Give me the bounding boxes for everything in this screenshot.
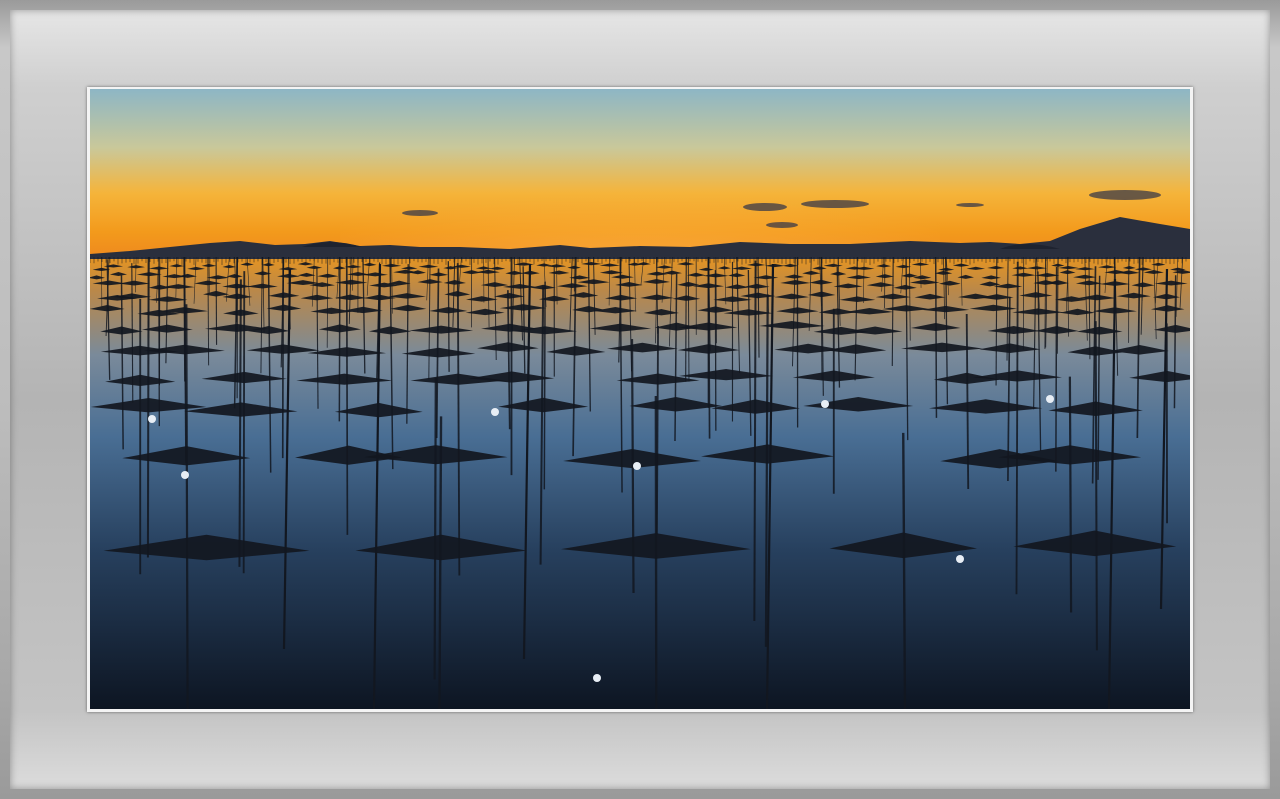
bamboo-pole [146, 256, 150, 558]
cloud [956, 203, 984, 207]
bamboo-pole [433, 377, 437, 680]
buoy [956, 555, 964, 563]
buoy [491, 408, 499, 416]
bamboo-pole [707, 256, 711, 439]
bamboo-pole [185, 304, 189, 709]
bamboo-pole [685, 256, 687, 382]
bamboo-pole [995, 256, 998, 386]
bamboo-pole [242, 271, 246, 574]
bamboo-pole [543, 281, 546, 490]
bamboo-pole [934, 256, 938, 418]
landscape-photo [90, 89, 1190, 709]
gallery-frame [0, 0, 1280, 799]
buoy [821, 400, 829, 408]
bamboo-pole [753, 260, 757, 621]
buoy [148, 415, 156, 423]
bamboo-pole [1094, 321, 1098, 651]
bamboo-pole [1068, 376, 1073, 613]
cloud [743, 203, 787, 211]
buoy [1046, 395, 1054, 403]
bamboo-pole [438, 416, 443, 709]
cloud [766, 222, 798, 228]
cloud [402, 210, 438, 216]
bamboo-pole [1055, 266, 1058, 472]
bamboo-pole [338, 256, 341, 422]
bamboo-pole [1015, 261, 1019, 595]
photo [90, 89, 1190, 709]
cloud [801, 200, 869, 208]
cloud [1089, 190, 1161, 200]
bamboo-pole [345, 256, 349, 535]
buoy [633, 462, 641, 470]
water [90, 255, 1190, 709]
buoy [181, 471, 189, 479]
buoy [593, 674, 601, 682]
bamboo-pole [238, 279, 242, 567]
bamboo-pole [1044, 256, 1047, 349]
